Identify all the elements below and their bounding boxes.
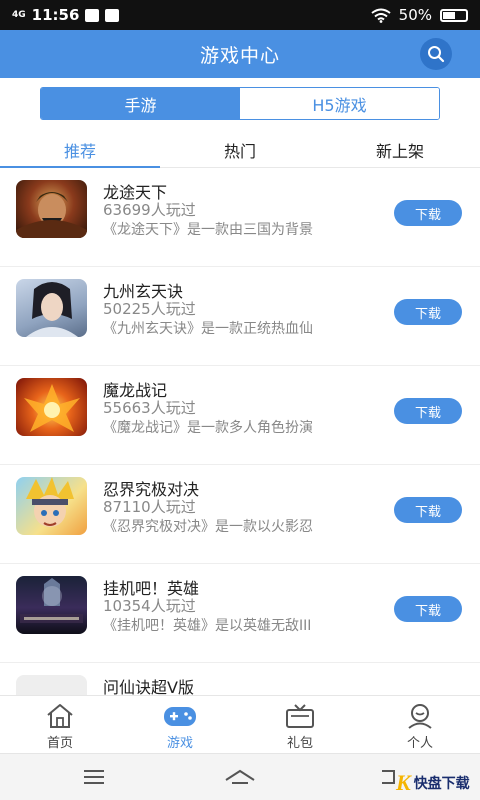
menu-button[interactable] <box>74 764 114 790</box>
game-row[interactable]: 九州玄天诀 50225人玩过 《九州玄天诀》是一款正统热血仙 下载 <box>0 267 480 366</box>
game-player-count: 55663人玩过 <box>103 399 196 417</box>
nav-label: 礼包 <box>286 736 313 751</box>
nav-profile[interactable]: 个人 <box>360 696 480 753</box>
game-thumbnail <box>16 279 87 337</box>
game-thumbnail <box>16 477 87 535</box>
nav-home[interactable]: 首页 <box>0 696 120 753</box>
user-icon <box>408 704 432 729</box>
nav-label: 游戏 <box>166 736 193 751</box>
battery-icon <box>440 8 468 22</box>
game-row[interactable]: 挂机吧！英雄 10354人玩过 《挂机吧！英雄》是以英雄无敌III 下载 <box>0 564 480 663</box>
signal-indicator: 4G <box>12 9 26 20</box>
status-bar: 4G 11:56 50% <box>0 0 480 30</box>
category-tabs: 推荐 热门 新上架 <box>0 132 480 168</box>
game-description: 《挂机吧！英雄》是以英雄无敌III <box>103 618 312 634</box>
game-thumbnail <box>16 378 87 436</box>
download-button[interactable]: 下载 <box>394 200 462 226</box>
home-system-button[interactable] <box>220 764 260 790</box>
gamepad-icon <box>164 707 196 726</box>
platform-segment: 手游 H5游戏 <box>40 87 440 120</box>
game-thumbnail <box>16 576 87 634</box>
notification-icon <box>85 8 100 22</box>
back-icon <box>382 770 395 784</box>
tab-new-releases[interactable]: 新上架 <box>320 132 480 167</box>
battery-percent: 50% <box>398 6 432 24</box>
search-icon <box>428 46 445 63</box>
wifi-icon <box>371 8 391 23</box>
download-button[interactable]: 下载 <box>394 299 462 325</box>
game-row[interactable]: 魔龙战记 55663人玩过 《魔龙战记》是一款多人角色扮演 下载 <box>0 366 480 465</box>
game-player-count: 50225人玩过 <box>103 300 196 318</box>
bottom-navigation: 首页 游戏 礼包 个人 <box>0 695 480 753</box>
heroes-logo-art-icon <box>20 578 83 623</box>
download-button[interactable]: 下载 <box>394 596 462 622</box>
game-player-count: 87110人玩过 <box>103 498 196 516</box>
xianxia-hero-art-icon <box>26 282 78 337</box>
tab-recommended[interactable]: 推荐 <box>0 132 160 168</box>
app-header: 游戏中心 <box>0 30 480 78</box>
gift-tv-icon <box>286 704 314 728</box>
game-description: 《忍界究极对决》是一款以火影忍 <box>103 519 313 535</box>
watermark-letter: K <box>396 770 411 795</box>
game-thumbnail <box>16 180 87 238</box>
watermark-text: 快盘下载 <box>413 776 470 792</box>
download-button[interactable]: 下载 <box>394 497 462 523</box>
nav-gifts[interactable]: 礼包 <box>240 696 360 753</box>
watermark-logo: K 快盘下载 <box>396 770 470 796</box>
menu-icon <box>84 770 104 784</box>
game-name: 问仙诀超V版 <box>103 678 194 695</box>
ninja-art-icon <box>26 477 74 527</box>
home-outline-icon <box>225 769 255 784</box>
nav-label: 首页 <box>46 736 73 751</box>
warrior-art-icon <box>16 192 87 238</box>
tab-popular[interactable]: 热门 <box>160 132 320 167</box>
game-description: 《魔龙战记》是一款多人角色扮演 <box>103 420 313 436</box>
game-row[interactable]: 问仙诀超V版 <box>0 663 480 695</box>
message-icon <box>105 8 120 22</box>
game-description: 《九州玄天诀》是一款正统热血仙 <box>103 321 313 337</box>
game-description: 《龙途天下》是一款由三国为背景 <box>103 222 313 238</box>
game-player-count: 63699人玩过 <box>103 201 196 219</box>
segment-h5-games[interactable]: H5游戏 <box>240 88 439 119</box>
game-thumbnail <box>16 675 87 695</box>
game-center-screen: 4G 11:56 50% 游戏中心 手游 H5游戏 推荐 热门 新上架 龙途天下… <box>0 0 480 800</box>
game-list: 龙途天下 63699人玩过 《龙途天下》是一款由三国为背景 下载 九州玄天诀 5… <box>0 168 480 695</box>
game-row[interactable]: 忍界究极对决 87110人玩过 《忍界究极对决》是一款以火影忍 下载 <box>0 465 480 564</box>
game-player-count: 10354人玩过 <box>103 597 196 615</box>
nav-games[interactable]: 游戏 <box>120 696 240 753</box>
nav-label: 个人 <box>406 736 433 751</box>
fire-dragon-art-icon <box>24 384 80 432</box>
search-button[interactable] <box>420 38 452 70</box>
segment-mobile-games[interactable]: 手游 <box>41 88 240 119</box>
status-time: 11:56 <box>31 6 80 24</box>
download-button[interactable]: 下载 <box>394 398 462 424</box>
page-title: 游戏中心 <box>199 44 280 67</box>
home-icon <box>47 704 73 728</box>
game-row[interactable]: 龙途天下 63699人玩过 《龙途天下》是一款由三国为背景 下载 <box>0 168 480 267</box>
